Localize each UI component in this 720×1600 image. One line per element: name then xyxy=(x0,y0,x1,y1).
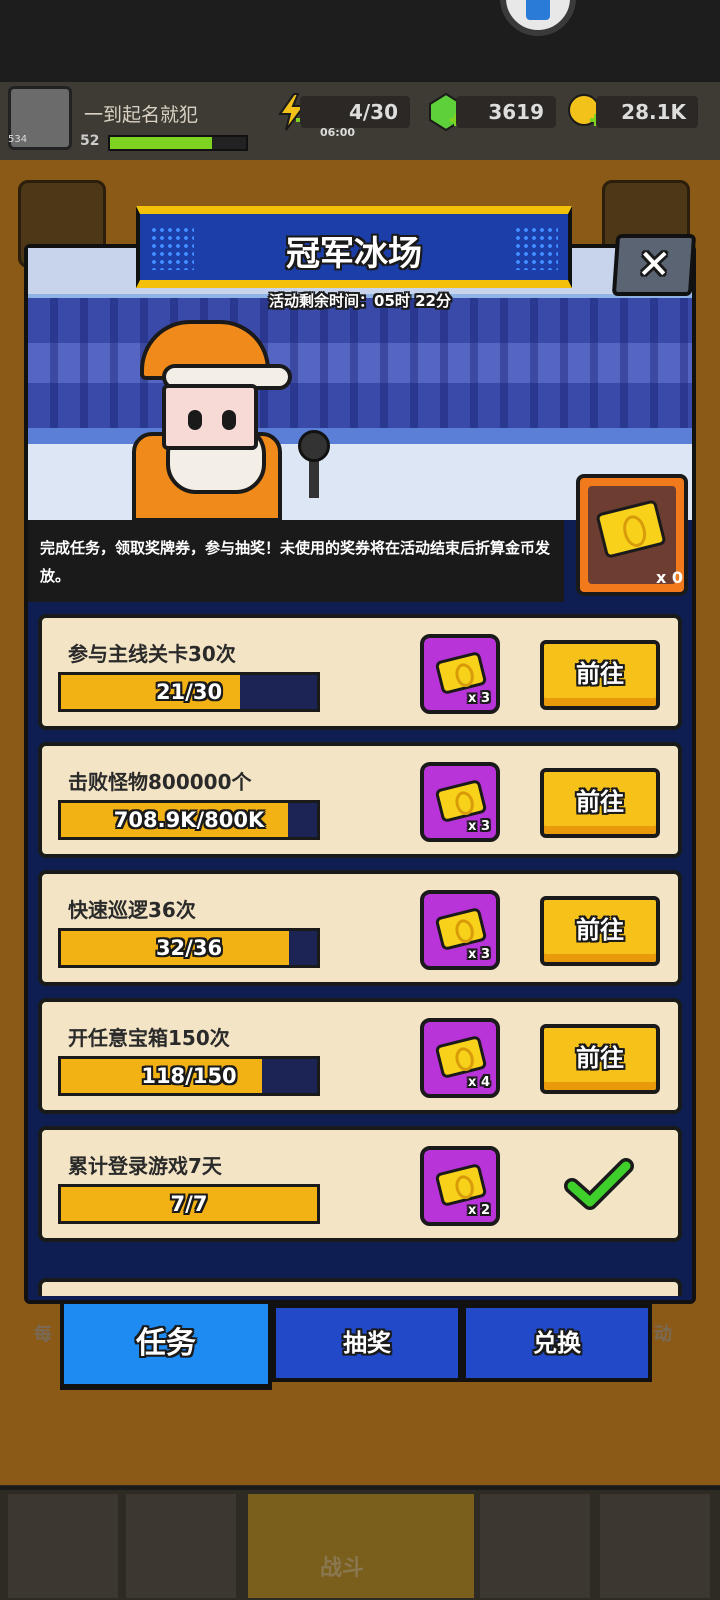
bg-right-tab: 动 xyxy=(654,1324,672,1345)
task-label: 参与主线关卡30次 xyxy=(68,642,236,666)
task-progress-bar: 7/7 xyxy=(58,1184,320,1224)
ticket-count: x 0 xyxy=(656,568,684,587)
task-progress-bar: 21/30 xyxy=(58,672,320,712)
xp-fill xyxy=(110,137,212,149)
medal-ticket-icon xyxy=(434,650,488,696)
tab-tasks[interactable]: 任务 xyxy=(60,1300,272,1390)
reward-count: x 3 xyxy=(468,819,490,834)
tab-lottery[interactable]: 抽奖 xyxy=(272,1304,462,1382)
task-reward[interactable]: x 3 xyxy=(420,890,500,970)
task-reward[interactable]: x 4 xyxy=(420,1018,500,1098)
task-row: 参与主线关卡30次 21/30 x 3 前往 xyxy=(38,614,682,730)
nav-battle-label: 战斗 xyxy=(320,1556,365,1581)
task-progress-text: 32/36 xyxy=(155,936,223,960)
task-progress-text: 21/30 xyxy=(155,680,223,704)
task-label: 开任意宝箱150次 xyxy=(68,1026,230,1050)
task-reward[interactable]: x 3 xyxy=(420,762,500,842)
medal-ticket-icon xyxy=(434,1162,488,1208)
gold-value: 28.1K xyxy=(596,96,698,128)
task-progress-bar: 708.9K/800K xyxy=(58,800,320,840)
gem-value: 3619 xyxy=(456,96,556,128)
reward-count: x 3 xyxy=(468,947,490,962)
task-row: 快速巡逻36次 32/36 x 3 前往 xyxy=(38,870,682,986)
nav-battle-icon[interactable] xyxy=(248,1494,474,1598)
task-row-partial xyxy=(38,1278,682,1296)
close-icon: ✕ xyxy=(635,242,673,288)
player-level: 52 xyxy=(80,133,100,149)
nav-equipment-icon[interactable] xyxy=(126,1494,236,1598)
xp-bar xyxy=(108,135,248,151)
event-description: 完成任务，领取奖牌券，参与抽奖！未使用的奖券将在活动结束后折算金币发放。 xyxy=(40,539,551,585)
task-row: 击败怪物800000个 708.9K/800K x 3 前往 xyxy=(38,742,682,858)
reward-count: x 3 xyxy=(468,691,490,706)
tab-exchange[interactable]: 兑换 xyxy=(462,1304,652,1382)
go-button[interactable]: 前往 xyxy=(540,640,660,710)
avatar-level: 534 xyxy=(8,134,28,145)
nav-shop-icon[interactable] xyxy=(8,1494,118,1598)
close-button[interactable]: ✕ xyxy=(611,234,697,296)
go-button[interactable]: 前往 xyxy=(540,1024,660,1094)
energy-timer: 06:00 xyxy=(320,126,356,139)
bg-left-tab: 每 xyxy=(34,1324,52,1345)
task-row: 累计登录游戏7天 7/7 x 2 xyxy=(38,1126,682,1242)
task-label: 累计登录游戏7天 xyxy=(68,1154,222,1178)
checkmark-icon xyxy=(564,1158,634,1210)
medal-ticket-icon xyxy=(434,1034,488,1080)
task-progress-text: 118/150 xyxy=(141,1064,237,1088)
nav-talent-icon[interactable] xyxy=(480,1494,590,1598)
bookmark-icon xyxy=(526,0,550,20)
top-strip xyxy=(0,0,720,82)
task-label: 快速巡逻36次 xyxy=(68,898,196,922)
medal-ticket-icon xyxy=(434,906,488,952)
mascot-character xyxy=(132,320,292,522)
task-progress-text: 7/7 xyxy=(170,1192,208,1216)
nav-event-icon[interactable] xyxy=(600,1494,710,1598)
medal-ticket-icon xyxy=(434,778,488,824)
event-title-banner: 冠军冰场 xyxy=(136,206,572,288)
task-reward[interactable]: x 2 xyxy=(420,1146,500,1226)
task-reward[interactable]: x 3 xyxy=(420,634,500,714)
task-progress-text: 708.9K/800K xyxy=(113,808,265,832)
task-label: 击败怪物800000个 xyxy=(68,770,252,794)
task-progress-bar: 32/36 xyxy=(58,928,320,968)
reward-count: x 2 xyxy=(468,1203,490,1218)
player-name: 一到起名就犯 xyxy=(84,104,199,126)
joystick-icon xyxy=(290,430,338,500)
task-row: 开任意宝箱150次 118/150 x 4 前往 xyxy=(38,998,682,1114)
task-progress-bar: 118/150 xyxy=(58,1056,320,1096)
go-button[interactable]: 前往 xyxy=(540,768,660,838)
go-button[interactable]: 前往 xyxy=(540,896,660,966)
event-title: 冠军冰场 xyxy=(286,234,422,274)
reward-count: x 4 xyxy=(468,1075,490,1090)
energy-value: 4/30 xyxy=(300,96,410,128)
